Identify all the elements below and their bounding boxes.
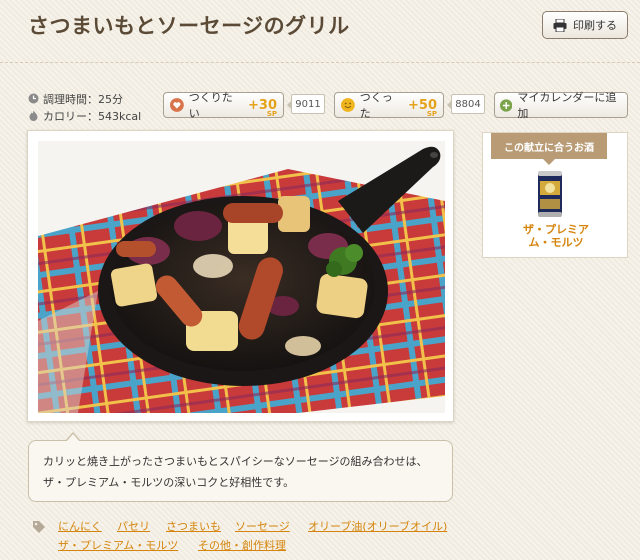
want-to-make-label: つくりたい: [188, 91, 233, 120]
want-to-make-button[interactable]: つくりたい +30 SP: [163, 91, 284, 120]
add-calendar-label: マイカレンダーに追加: [517, 91, 617, 120]
smiley-icon: [341, 98, 355, 112]
want-to-make-count: 9011: [287, 94, 325, 114]
made-it-button[interactable]: つくった +50 SP: [334, 91, 444, 120]
tag-link[interactable]: ソーセージ: [235, 518, 290, 534]
tag-link[interactable]: オリーブ油(オリーブオイル): [308, 518, 447, 534]
tag-link[interactable]: その他・創作料理: [198, 537, 286, 553]
flame-icon: [29, 110, 38, 121]
title-divider: [0, 62, 640, 63]
heart-icon: [170, 98, 184, 112]
tag-link[interactable]: ザ・プレミアム・モルツ: [58, 537, 178, 553]
recipe-photo-frame: [27, 130, 454, 422]
drink-pairing-header: この献立に合うお酒: [491, 133, 607, 165]
cook-time: 調理時間：25分: [43, 92, 123, 106]
clock-icon: [28, 93, 39, 104]
print-button-label: 印刷する: [573, 19, 617, 32]
beer-name-link[interactable]: ザ・プレミア ム・モルツ: [483, 223, 629, 249]
want-to-make-points: +30 SP: [248, 97, 277, 118]
add-calendar-button[interactable]: マイカレンダーに追加: [494, 91, 628, 120]
printer-icon: [553, 18, 567, 32]
tag-link[interactable]: さつまいも: [166, 518, 221, 534]
calories: カロリー：543kcal: [43, 109, 142, 123]
made-it-label: つくった: [359, 91, 393, 120]
tag-link[interactable]: パセリ: [117, 518, 150, 534]
drink-pairing-panel: この献立に合うお酒 ザ・プレミア ム・モルツ: [482, 132, 628, 258]
tag-icon: [33, 521, 45, 533]
tag-link[interactable]: にんにく: [58, 518, 102, 534]
recipe-description: カリッと焼き上がったさつまいもとスパイシーなソーセージの組み合わせは、ザ・プレミ…: [28, 432, 453, 502]
recipe-meta: 調理時間：25分 カロリー：543kcal: [28, 90, 141, 124]
page-title: さつまいもとソーセージのグリル: [28, 14, 350, 38]
plus-circle-icon: [500, 98, 513, 112]
made-it-count: 8804: [447, 94, 485, 114]
print-button[interactable]: 印刷する: [542, 11, 628, 39]
made-it-points: +50 SP: [408, 97, 437, 118]
recipe-photo: [38, 141, 445, 413]
beer-can-image[interactable]: [536, 169, 564, 219]
